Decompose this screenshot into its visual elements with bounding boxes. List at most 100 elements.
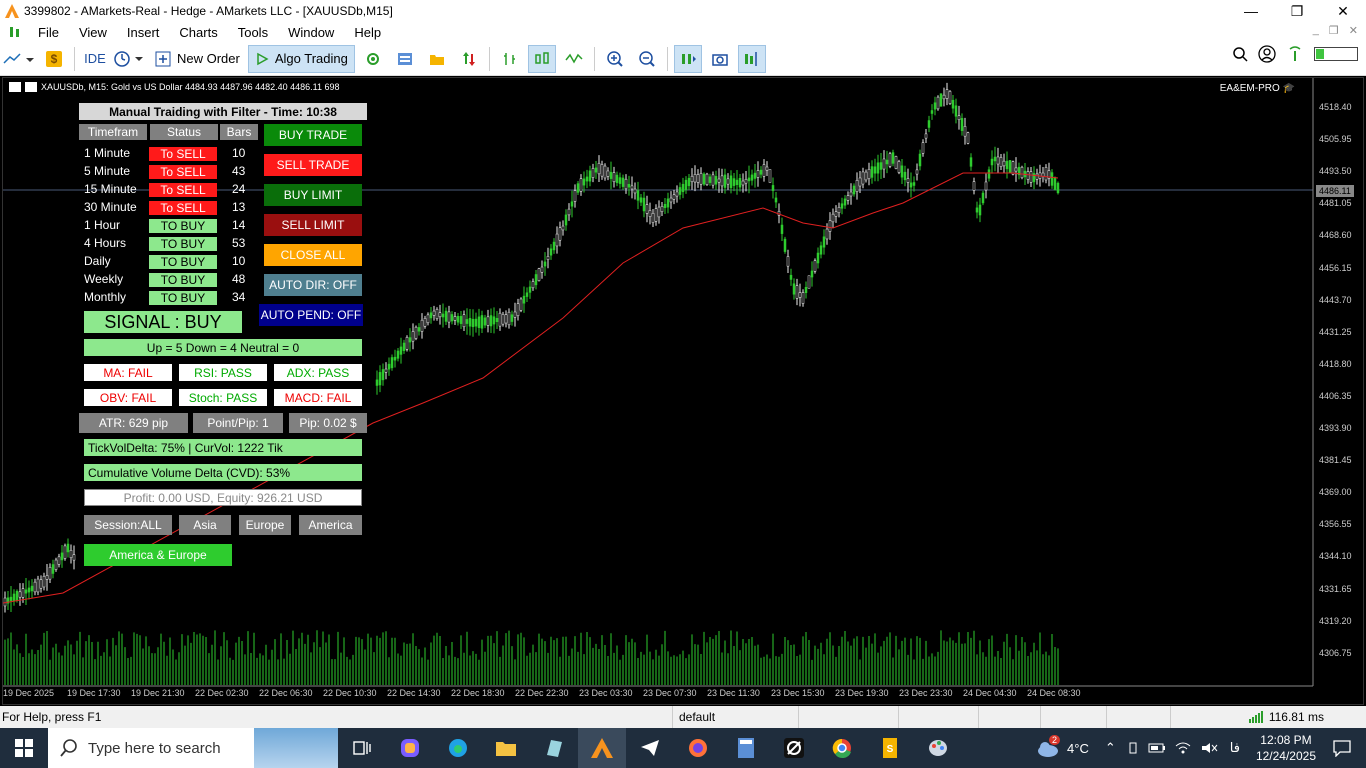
signal-indicator: SIGNAL : BUY <box>84 311 242 333</box>
notification-icon[interactable] <box>1332 739 1352 757</box>
mdi-restore-icon[interactable]: ❐ <box>1329 24 1339 37</box>
time-tick-label: 22 Dec 02:30 <box>195 688 249 698</box>
line-chart-button[interactable] <box>560 45 588 73</box>
session-europe-button[interactable]: Europe <box>239 515 291 535</box>
account-icon[interactable] <box>1258 45 1276 63</box>
edge-app[interactable] <box>434 728 482 768</box>
close-button[interactable]: ✕ <box>1320 0 1366 22</box>
weather-widget[interactable]: 2 4°C <box>1035 735 1089 759</box>
chrome-app[interactable] <box>818 728 866 768</box>
price-tick-label: 4505.95 <box>1319 134 1352 145</box>
file-explorer-app[interactable] <box>482 728 530 768</box>
title-bar: 3399802 - AMarkets-Real - Hedge - AMarke… <box>0 0 1366 22</box>
timeframe-label: 15 Minute <box>84 182 137 196</box>
price-tick-label: 4431.25 <box>1319 326 1352 337</box>
calculator-app[interactable] <box>722 728 770 768</box>
menu-help[interactable]: Help <box>344 25 391 40</box>
restore-button[interactable]: ❐ <box>1274 0 1320 22</box>
clock[interactable]: 12:08 PM 12/24/2025 <box>1248 732 1324 764</box>
sell-trade-button[interactable]: SELL TRADE <box>264 154 362 176</box>
chart-window-icon[interactable] <box>8 25 22 39</box>
bar-chart-button[interactable] <box>496 45 524 73</box>
folder-icon <box>496 742 516 756</box>
panel-title: Manual Traiding with Filter - Time: 10:3… <box>79 103 367 120</box>
copilot-app[interactable] <box>386 728 434 768</box>
strategy-tester-button[interactable] <box>359 45 387 73</box>
session-america-button[interactable]: America <box>299 515 362 535</box>
close-all-button[interactable]: CLOSE ALL <box>264 244 362 266</box>
start-button[interactable] <box>0 728 48 768</box>
menu-window[interactable]: Window <box>278 25 344 40</box>
time-tick-label: 22 Dec 10:30 <box>323 688 377 698</box>
chart-type-dropdown[interactable] <box>2 45 36 73</box>
terminal-button[interactable] <box>391 45 419 73</box>
weather-badge: 2 <box>1049 735 1061 745</box>
menu-charts[interactable]: Charts <box>169 25 227 40</box>
timeframe-label: 5 Minute <box>84 164 131 178</box>
price-tick-label: 4369.00 <box>1319 487 1352 498</box>
arrows-updown-icon <box>462 51 475 66</box>
zoom-in-button[interactable] <box>601 45 629 73</box>
price-tick-label: 4381.45 <box>1319 455 1352 466</box>
market-watch-button[interactable] <box>455 45 483 73</box>
session-all-button[interactable]: Session:ALL <box>84 515 172 535</box>
buy-trade-button[interactable]: BUY TRADE <box>264 124 362 146</box>
expert-advisor-name: EA&EM-PRO 🎓 <box>1220 83 1295 94</box>
calculator-icon <box>738 738 754 758</box>
price-tick-label: 4418.80 <box>1319 358 1352 369</box>
price-chart[interactable]: XAUUSDb, M15: Gold vs US Dollar 4484.93 … <box>2 77 1364 705</box>
language-indicator[interactable]: فا <box>1230 740 1240 756</box>
zoom-out-button[interactable] <box>633 45 661 73</box>
mdi-close-icon[interactable]: ✕ <box>1349 24 1358 37</box>
chart-symbol-info: XAUUSDb, M15: Gold vs US Dollar 4484.93 … <box>41 82 340 92</box>
auto-dir-button[interactable]: AUTO DIR: OFF <box>264 274 362 296</box>
usb-icon[interactable] <box>1126 741 1140 755</box>
atr-display: ATR: 629 pip <box>79 413 188 433</box>
wifi-icon[interactable] <box>1174 741 1192 755</box>
deposit-button[interactable]: $ <box>40 45 68 73</box>
menu-file[interactable]: File <box>28 25 69 40</box>
ide-button[interactable]: IDE <box>81 45 109 73</box>
new-order-button[interactable]: New Order <box>151 45 244 73</box>
notes-app[interactable] <box>530 728 578 768</box>
session-america-europe-button[interactable]: America & Europe <box>84 544 232 566</box>
paint-app[interactable] <box>914 728 962 768</box>
telegram-like-app[interactable] <box>626 728 674 768</box>
history-clock-button[interactable] <box>113 45 147 73</box>
autoscroll-button[interactable] <box>673 44 702 73</box>
ea-hat-icon: 🎓 <box>1282 83 1295 94</box>
taskbar-search-box[interactable]: Type here to search <box>48 728 338 768</box>
bar-chart-icon <box>503 52 515 65</box>
chart-shift-button[interactable] <box>737 44 766 73</box>
volume-muted-icon[interactable] <box>1200 741 1218 755</box>
sell-limit-button[interactable]: SELL LIMIT <box>264 214 362 236</box>
signal-antenna-icon[interactable] <box>1286 45 1304 63</box>
status-bar: For Help, press F1 default 116.81 ms <box>0 706 1366 728</box>
office-doc-app[interactable]: S <box>866 728 914 768</box>
palette-icon <box>929 740 947 756</box>
mdi-minimize-icon[interactable]: _ <box>1313 24 1319 37</box>
toolbar-separator <box>488 46 490 71</box>
navigator-button[interactable] <box>423 45 451 73</box>
chevron-up-icon[interactable]: ⌃ <box>1105 740 1116 756</box>
task-view-button[interactable] <box>338 728 386 768</box>
search-icon[interactable] <box>1232 46 1248 62</box>
menu-view[interactable]: View <box>69 25 117 40</box>
buy-limit-button[interactable]: BUY LIMIT <box>264 184 362 206</box>
menu-insert[interactable]: Insert <box>117 25 170 40</box>
circle-slash-app[interactable] <box>770 728 818 768</box>
firefox-app[interactable] <box>674 728 722 768</box>
algo-trading-button[interactable]: Algo Trading <box>247 44 355 73</box>
candlestick-button[interactable] <box>527 44 556 73</box>
trade-panel-icon[interactable] <box>25 82 37 92</box>
auto-pend-button[interactable]: AUTO PEND: OFF <box>259 304 363 326</box>
time-tick-label: 19 Dec 17:30 <box>67 688 121 698</box>
screenshot-button[interactable] <box>706 45 734 73</box>
menu-tools[interactable]: Tools <box>228 25 278 40</box>
minimize-button[interactable]: — <box>1228 0 1274 22</box>
connection-status[interactable]: 116.81 ms <box>1170 706 1366 728</box>
amarkets-app[interactable] <box>578 728 626 768</box>
battery-icon[interactable] <box>1148 742 1166 754</box>
session-asia-button[interactable]: Asia <box>179 515 231 535</box>
symbol-menu-icon[interactable] <box>9 82 21 92</box>
